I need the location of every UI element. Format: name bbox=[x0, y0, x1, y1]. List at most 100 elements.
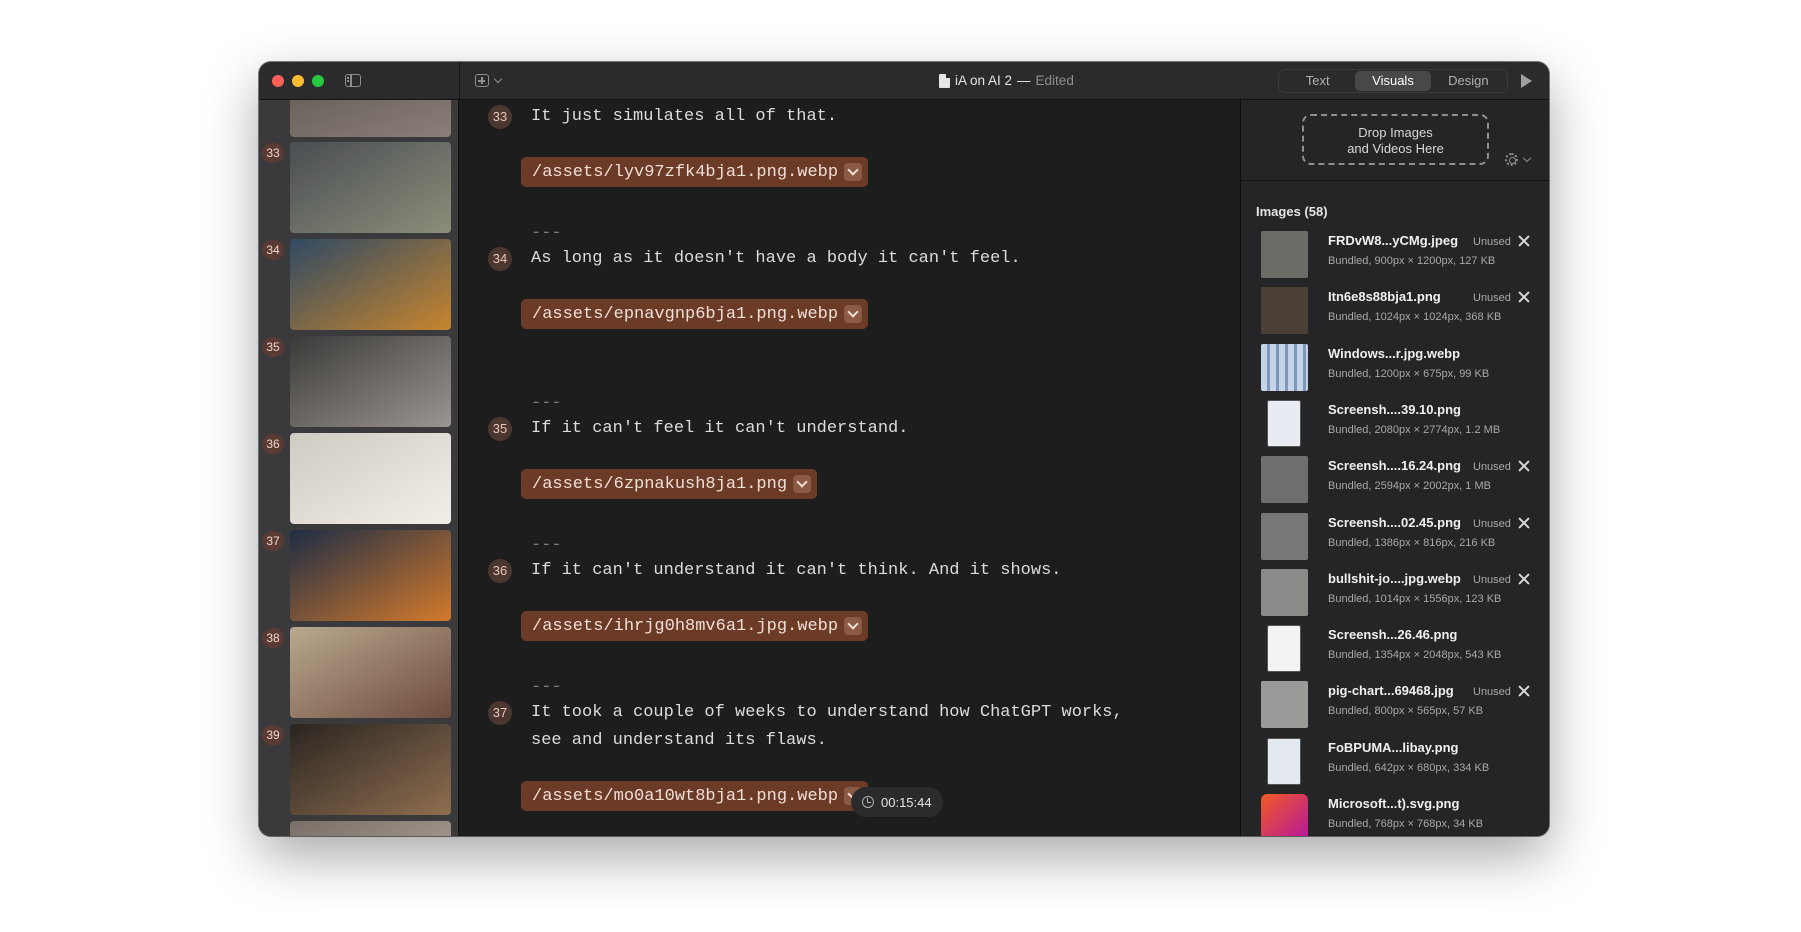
paragraph-text[interactable]: If it can't understand it can't think. A… bbox=[531, 561, 1062, 580]
image-meta: Bundled, 1024px × 1024px, 368 KB bbox=[1328, 311, 1502, 324]
thumbnail-row[interactable]: 33 bbox=[259, 142, 458, 234]
unused-badge: Unused bbox=[1473, 236, 1511, 248]
separator-line: --- bbox=[531, 224, 562, 243]
image-meta: Bundled, 1354px × 2048px, 543 KB bbox=[1328, 649, 1502, 662]
chevron-down-icon bbox=[1522, 153, 1532, 163]
visuals-panel: Drop Images and Videos Here Images (58) … bbox=[1241, 100, 1549, 836]
document-icon bbox=[939, 73, 950, 88]
image-name: bullshit-jo....jpg.webp bbox=[1328, 570, 1461, 586]
asset-path: /assets/epnavgnp6bja1.png.webp bbox=[532, 304, 839, 324]
image-list-item[interactable]: Screensh...26.46.png Bundled, 1354px × 20… bbox=[1261, 623, 1541, 675]
thumbnail-row[interactable]: 36 bbox=[259, 433, 458, 525]
thumbnail-image bbox=[290, 239, 451, 330]
asset-block[interactable]: /assets/mo0a10wt8bja1.png.webp bbox=[521, 781, 869, 811]
chevron-down-icon[interactable] bbox=[844, 305, 863, 323]
paragraph-text[interactable]: It just simulates all of that. bbox=[531, 107, 837, 126]
image-list-item[interactable]: FoBPUMA...libay.png Bundled, 642px × 680p… bbox=[1261, 736, 1541, 788]
play-icon[interactable] bbox=[1521, 74, 1532, 88]
image-name: Itn6e8s88bja1.png bbox=[1328, 289, 1441, 305]
unused-badge: Unused bbox=[1473, 517, 1511, 530]
chevron-down-icon[interactable] bbox=[844, 163, 863, 181]
image-name: Screensh....39.10.png bbox=[1328, 401, 1461, 417]
asset-block[interactable]: /assets/6zpnakush8ja1.png bbox=[521, 469, 818, 499]
drop-zone-line-1: Drop Images bbox=[1358, 125, 1433, 140]
image-name: FRDvW8...yCMg.jpeg bbox=[1328, 233, 1459, 248]
image-name: Screensh....16.24.png bbox=[1328, 458, 1461, 474]
thumbnail-image bbox=[290, 530, 451, 621]
close-icon[interactable] bbox=[1517, 572, 1531, 586]
paragraph-text[interactable]: As long as it doesn't have a body it can… bbox=[531, 249, 1021, 268]
image-list-item[interactable]: Windows...r.jpg.webp Bundled, 1200px × 67… bbox=[1261, 342, 1541, 394]
paragraph-number: 33 bbox=[488, 105, 512, 129]
image-meta: Bundled, 1386px × 816px, 216 KB bbox=[1328, 536, 1496, 549]
title-separator: — bbox=[1017, 73, 1031, 88]
paragraph-text[interactable]: If it can't feel it can't understand. bbox=[531, 419, 908, 438]
close-icon[interactable] bbox=[1517, 684, 1531, 698]
thumbnail-number: 34 bbox=[262, 240, 284, 260]
tab-text[interactable]: Text bbox=[1280, 71, 1355, 91]
thumbnail-row[interactable]: 38 bbox=[259, 627, 458, 719]
paragraph-number: 36 bbox=[488, 559, 512, 583]
asset-path: /assets/lyv97zfk4bja1.png.webp bbox=[532, 162, 839, 182]
settings-menu-button[interactable] bbox=[1505, 152, 1537, 168]
sidebar-toggle-icon[interactable] bbox=[345, 74, 361, 87]
image-list-item[interactable]: Screensh....16.24.png Bundled, 2594px × 2… bbox=[1261, 454, 1541, 506]
minimize-window-button[interactable] bbox=[292, 75, 304, 87]
close-icon[interactable] bbox=[1517, 234, 1531, 248]
image-list-item[interactable]: bullshit-jo....jpg.webp Bundled, 1014px ×… bbox=[1261, 567, 1541, 619]
gear-icon bbox=[1505, 153, 1518, 166]
editor-pane[interactable]: 33 It just simulates all of that. /assets/… bbox=[460, 100, 1240, 836]
image-name: pig-chart...69468.jpg bbox=[1328, 683, 1454, 699]
paragraph-text[interactable]: see and understand its flaws. bbox=[531, 731, 827, 750]
tab-design[interactable]: Design bbox=[1431, 71, 1506, 91]
app-window: iA on AI 2 — Edited Text Visuals Design … bbox=[259, 62, 1549, 836]
image-thumbnail bbox=[1267, 625, 1301, 673]
image-thumbnail bbox=[1261, 231, 1308, 278]
unused-badge: Unused bbox=[1473, 686, 1511, 699]
thumbnail-row[interactable]: 39 bbox=[259, 724, 458, 816]
image-list-item[interactable]: Screensh....02.45.png Bundled, 1386px × 8… bbox=[1261, 511, 1541, 563]
image-name: Windows...r.jpg.webp bbox=[1328, 345, 1461, 361]
image-meta: Bundled, 768px × 768px, 34 KB bbox=[1328, 818, 1484, 830]
image-list-item[interactable]: Itn6e8s88bja1.png Bundled, 1024px × 1024p… bbox=[1261, 285, 1541, 337]
timer-value: 00:15:44 bbox=[881, 794, 932, 810]
image-thumbnail bbox=[1261, 681, 1308, 729]
thumbnail-row[interactable]: 35 bbox=[259, 336, 458, 428]
image-list-item[interactable]: Screensh....39.10.png Bundled, 2080px × 2… bbox=[1261, 398, 1541, 450]
drop-zone[interactable]: Drop Images and Videos Here bbox=[1302, 114, 1489, 165]
image-list-item[interactable]: pig-chart...69468.jpg Bundled, 800px × 56… bbox=[1261, 679, 1541, 731]
close-window-button[interactable] bbox=[272, 75, 284, 87]
document-status: Edited bbox=[1035, 73, 1074, 88]
thumbnail-row[interactable] bbox=[259, 100, 458, 138]
close-icon[interactable] bbox=[1517, 290, 1531, 304]
thumbnail-number: 35 bbox=[262, 337, 284, 357]
thumbnail-number: 33 bbox=[262, 143, 284, 163]
thumbnail-number: 36 bbox=[262, 434, 284, 454]
paragraph-number: 34 bbox=[488, 247, 512, 271]
close-icon[interactable] bbox=[1517, 516, 1531, 530]
tab-visuals[interactable]: Visuals bbox=[1355, 71, 1431, 91]
thumbnail-row[interactable] bbox=[259, 821, 458, 836]
zoom-window-button[interactable] bbox=[312, 75, 324, 87]
document-title[interactable]: iA on AI 2 — Edited bbox=[939, 73, 1074, 88]
asset-path: /assets/ihrjg0h8mv6a1.jpg.webp bbox=[532, 616, 839, 636]
thumbnail-row[interactable]: 34 bbox=[259, 239, 458, 331]
add-menu-button[interactable] bbox=[475, 73, 509, 89]
images-header: Images (58) bbox=[1256, 204, 1328, 219]
thumbnail-row[interactable]: 37 bbox=[259, 530, 458, 622]
image-list-item[interactable]: Microsoft...t).svg.png Bundled, 768px × 7… bbox=[1261, 792, 1541, 836]
close-icon[interactable] bbox=[1517, 459, 1531, 473]
paragraph-text[interactable]: It took a couple of weeks to understand … bbox=[531, 703, 1123, 722]
asset-block[interactable]: /assets/ihrjg0h8mv6a1.jpg.webp bbox=[521, 611, 869, 641]
thumbnail-image bbox=[290, 724, 451, 815]
image-list-item[interactable]: FRDvW8...yCMg.jpeg Bundled, 900px × 1200p… bbox=[1261, 229, 1541, 281]
image-thumbnail bbox=[1267, 399, 1301, 447]
thumbnail-number: 39 bbox=[262, 725, 284, 745]
image-meta: Bundled, 1200px × 675px, 99 KB bbox=[1328, 367, 1490, 380]
asset-block[interactable]: /assets/lyv97zfk4bja1.png.webp bbox=[521, 157, 869, 187]
chevron-down-icon[interactable] bbox=[844, 617, 863, 635]
asset-block[interactable]: /assets/epnavgnp6bja1.png.webp bbox=[521, 299, 869, 329]
image-meta: Bundled, 900px × 1200px, 127 KB bbox=[1328, 255, 1496, 267]
chevron-down-icon[interactable] bbox=[793, 475, 812, 493]
thumbnail-image bbox=[290, 142, 451, 233]
